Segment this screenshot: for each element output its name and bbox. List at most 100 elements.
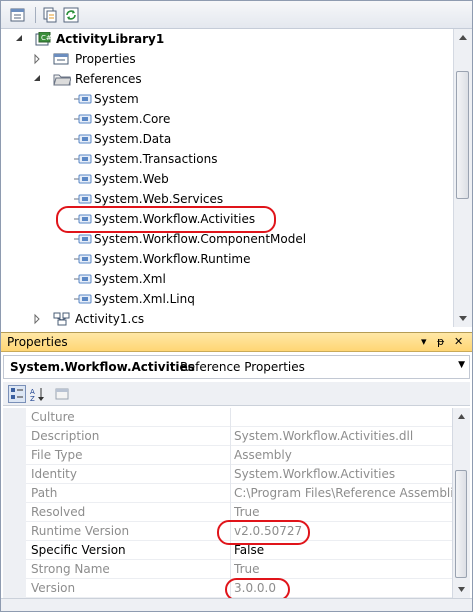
svg-text:C#: C# [41, 34, 51, 42]
close-icon[interactable]: ✕ [454, 335, 463, 348]
property-row-margin [3, 541, 26, 560]
collapse-arrow-icon[interactable] [15, 29, 27, 49]
scroll-up-arrow-icon[interactable] [454, 29, 472, 46]
tree-item-reference[interactable]: System.Xml [1, 269, 453, 289]
column-divider[interactable] [230, 560, 231, 579]
tree-item-label: Properties [75, 52, 136, 66]
property-value[interactable]: System.Workflow.Activities.dll [234, 427, 452, 446]
tree-item-properties[interactable]: Properties [1, 49, 453, 69]
property-row[interactable]: Path C:\Program Files\Reference Assemblie [3, 484, 452, 503]
property-value[interactable]: True [234, 560, 452, 579]
property-row-margin [3, 408, 26, 427]
tree-item-label: System.Transactions [94, 152, 218, 166]
property-row[interactable]: Culture [3, 408, 452, 427]
property-row[interactable]: File Type Assembly [3, 446, 452, 465]
tree-item-label: System.Core [94, 112, 171, 126]
tree-item-label: Activity1.cs [75, 312, 145, 326]
tree-item-label: ActivityLibrary1 [56, 32, 165, 46]
annotation-highlight-runtime-version [217, 520, 310, 545]
tree-item-references[interactable]: References [1, 69, 453, 89]
object-selector-dropdown[interactable]: System.Workflow.Activities Reference Pro… [3, 355, 470, 379]
tree-item-label: References [75, 72, 142, 86]
expand-arrow-icon[interactable] [33, 49, 45, 69]
property-grid-scrollbar[interactable] [452, 408, 470, 598]
scrollbar-thumb[interactable] [455, 470, 467, 578]
tree-item-label: System.Xml [94, 272, 166, 286]
property-name: Resolved [31, 505, 86, 519]
toolbar-separator [35, 7, 36, 23]
property-row[interactable]: Identity System.Workflow.Activities [3, 465, 452, 484]
property-name: Strong Name [31, 562, 110, 576]
solution-tree: C# ActivityLibrary1 Properties Reference… [1, 29, 453, 327]
scroll-down-arrow-icon[interactable] [453, 581, 470, 598]
refresh-icon[interactable] [62, 6, 80, 24]
tree-vertical-scrollbar[interactable] [453, 29, 472, 327]
property-name: Version [31, 581, 76, 595]
chevron-down-icon[interactable]: ▼ [458, 360, 465, 370]
workflow-file-icon [53, 312, 71, 327]
selected-object-name: System.Workflow.Activities [10, 360, 195, 374]
show-all-files-icon[interactable] [41, 6, 59, 24]
property-row-margin [3, 427, 26, 446]
tree-item-label: System [94, 92, 139, 106]
property-row-margin [3, 579, 26, 598]
property-row[interactable]: Strong Name True [3, 560, 452, 579]
solution-explorer-toolbar [1, 1, 472, 29]
selected-object-type: Reference Properties [180, 360, 305, 374]
properties-window-header: Properties ▾ ᵽ ✕ [1, 332, 472, 352]
column-divider[interactable] [230, 408, 231, 427]
property-value[interactable]: Assembly [234, 446, 452, 465]
tree-item-activity-file[interactable]: Activity1.cs [1, 309, 453, 327]
properties-toolbar: AZ [3, 382, 470, 406]
column-divider[interactable] [230, 446, 231, 465]
description-pane-edge [1, 598, 472, 611]
tree-item-label: System.Data [94, 132, 172, 146]
tree-item-reference[interactable]: System.Core [1, 109, 453, 129]
property-name: Path [31, 486, 58, 500]
scroll-up-arrow-icon[interactable] [453, 408, 470, 425]
tree-item-label: System.Xml.Linq [94, 292, 195, 306]
property-row[interactable]: Description System.Workflow.Activities.dl… [3, 427, 452, 446]
pin-icon[interactable]: ᵽ [437, 335, 444, 348]
visual-studio-tool-windows: C# ActivityLibrary1 Properties Reference… [0, 0, 473, 612]
annotation-highlight-selected-reference [56, 206, 276, 233]
collapse-arrow-icon[interactable] [33, 69, 45, 89]
property-row-margin [3, 503, 26, 522]
property-name: Runtime Version [31, 524, 130, 538]
property-row-margin [3, 446, 26, 465]
property-name: Description [31, 429, 100, 443]
tree-item-reference[interactable]: System.Workflow.Runtime [1, 249, 453, 269]
property-value[interactable]: C:\Program Files\Reference Assemblie [234, 484, 452, 503]
scroll-down-arrow-icon[interactable] [454, 310, 472, 327]
window-menu-dropdown-icon[interactable]: ▾ [421, 335, 427, 348]
tree-item-reference[interactable]: System.Xml.Linq [1, 289, 453, 309]
categorized-view-icon[interactable] [8, 385, 26, 403]
column-divider[interactable] [230, 427, 231, 446]
tree-item-reference[interactable]: System.Web [1, 169, 453, 189]
svg-text:Z: Z [30, 395, 35, 402]
property-name: Culture [31, 410, 75, 424]
property-name: Specific Version [31, 543, 126, 557]
property-row-margin [3, 560, 26, 579]
tree-item-label: System.Workflow.Runtime [94, 252, 251, 266]
properties-window-title: Properties [7, 335, 68, 349]
property-row-margin [3, 465, 26, 484]
tree-item-label: System.Web [94, 172, 169, 186]
expand-arrow-icon[interactable] [33, 309, 45, 327]
alphabetical-sort-icon[interactable]: AZ [28, 385, 46, 403]
property-pages-icon[interactable] [53, 385, 71, 403]
tree-item-project[interactable]: C# ActivityLibrary1 [1, 29, 453, 49]
column-divider[interactable] [230, 484, 231, 503]
tree-item-reference[interactable]: System.Data [1, 129, 453, 149]
property-value[interactable]: System.Workflow.Activities [234, 465, 452, 484]
property-row-margin [3, 522, 26, 541]
property-grid: Culture Description System.Workflow.Activi… [3, 408, 452, 598]
property-name: File Type [31, 448, 83, 462]
tree-item-reference[interactable]: System.Transactions [1, 149, 453, 169]
column-divider[interactable] [230, 465, 231, 484]
property-row-margin [3, 484, 26, 503]
property-name: Identity [31, 467, 77, 481]
tree-item-reference[interactable]: System [1, 89, 453, 109]
properties-icon[interactable] [9, 6, 27, 24]
scrollbar-thumb[interactable] [456, 71, 469, 199]
